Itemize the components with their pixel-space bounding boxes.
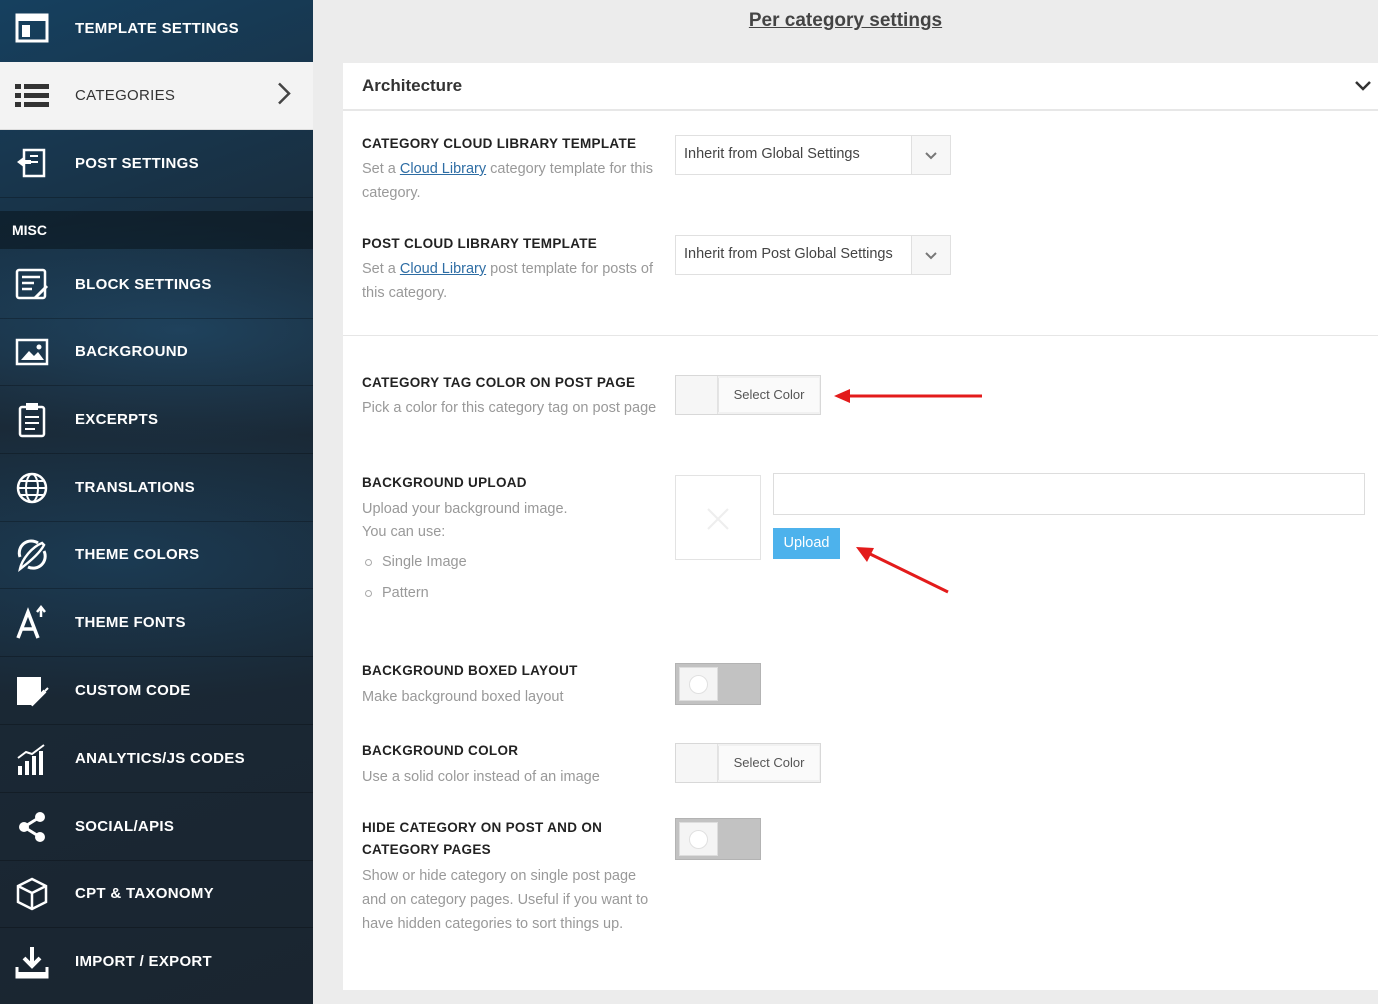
sidebar-item-label: CATEGORIES <box>75 87 176 104</box>
option-description: Use a solid color instead of an image <box>362 769 600 785</box>
block-settings-icon <box>14 267 50 303</box>
sidebar-item-label: THEME COLORS <box>75 546 200 563</box>
misc-heading: MISC <box>0 211 313 249</box>
page-title: Per category settings <box>748 10 943 31</box>
sidebar-item-analytics[interactable]: ANALYTICS/JS CODES <box>0 725 313 793</box>
sidebar-item-categories[interactable]: CATEGORIES <box>0 62 313 130</box>
select-color-button[interactable]: Select Color <box>718 378 819 412</box>
panel-header[interactable]: Architecture <box>343 63 1378 111</box>
upload-options-list: Single Image Pattern <box>362 547 467 609</box>
share-icon <box>14 809 50 845</box>
sidebar-item-label: EXCERPTS <box>75 411 159 428</box>
upload-button[interactable]: Upload <box>773 528 840 559</box>
sidebar-item-label: THEME FONTS <box>75 614 186 631</box>
sidebar-item-label: ANALYTICS/JS CODES <box>75 750 245 767</box>
option-description: Make background boxed layout <box>362 689 564 705</box>
tag-color-picker[interactable]: Select Color <box>675 375 821 415</box>
brush-icon <box>14 537 50 573</box>
post-settings-icon <box>14 146 50 182</box>
option-description: Pick a color for this category tag on po… <box>362 400 657 416</box>
image-icon <box>14 334 50 370</box>
chevron-down-icon <box>911 136 950 174</box>
toggle-knob <box>679 667 718 701</box>
sidebar-item-label: IMPORT / EXPORT <box>75 953 213 970</box>
sidebar-item-label: SOCIAL/APIS <box>75 818 175 835</box>
option-description: You can use: <box>362 524 446 540</box>
sidebar-item-custom-code[interactable]: CUSTOM CODE <box>0 657 313 725</box>
color-swatch <box>676 744 718 782</box>
analytics-icon <box>14 741 50 777</box>
sidebar-item-label: TRANSLATIONS <box>75 479 195 496</box>
sidebar-item-cpt-taxonomy[interactable]: CPT & TAXONOMY <box>0 860 313 928</box>
globe-icon <box>14 470 50 506</box>
list-item: Pattern <box>362 578 467 609</box>
sidebar-item-label: TEMPLATE SETTINGS <box>75 19 239 37</box>
download-icon <box>14 944 50 980</box>
template-icon <box>14 10 50 46</box>
category-template-select[interactable]: Inherit from Global Settings <box>675 135 951 175</box>
option-description: Upload your background image. <box>362 501 568 517</box>
section-divider <box>343 335 1378 336</box>
cloud-library-link[interactable]: Cloud Library <box>400 261 486 277</box>
sidebar: TEMPLATE SETTINGS CATEGORIES POST SETTIN… <box>0 0 313 1004</box>
sidebar-item-excerpts[interactable]: EXCERPTS <box>0 386 313 454</box>
sidebar-item-template-settings[interactable]: TEMPLATE SETTINGS <box>0 0 313 63</box>
option-title: CATEGORY TAG COLOR ON POST PAGE <box>362 375 636 390</box>
sidebar-item-label: CPT & TAXONOMY <box>75 885 214 902</box>
option-description: Show or hide category on single post pag… <box>362 868 649 932</box>
sidebar-item-post-settings[interactable]: POST SETTINGS <box>0 130 313 198</box>
option-title: BACKGROUND COLOR <box>362 743 519 758</box>
sidebar-item-label: BLOCK SETTINGS <box>75 276 212 293</box>
sidebar-item-social-apis[interactable]: SOCIAL/APIS <box>0 793 313 861</box>
option-title: HIDE CATEGORY ON POST AND ON CATEGORY PA… <box>362 820 603 857</box>
font-icon <box>14 604 50 641</box>
chevron-right-icon <box>277 81 291 110</box>
clipboard-icon <box>14 402 50 438</box>
sidebar-item-label: CUSTOM CODE <box>75 682 191 699</box>
code-icon <box>14 673 50 709</box>
sidebar-item-theme-colors[interactable]: THEME COLORS <box>0 521 313 589</box>
cube-icon <box>14 876 50 912</box>
option-description: Set a Cloud Library category template fo… <box>362 161 653 201</box>
chevron-down-icon <box>911 236 950 274</box>
color-swatch <box>676 376 718 414</box>
boxed-layout-toggle[interactable] <box>675 663 761 705</box>
option-description: Set a Cloud Library post template for po… <box>362 261 653 301</box>
cloud-library-link[interactable]: Cloud Library <box>400 161 486 177</box>
close-icon <box>707 508 729 530</box>
toggle-knob <box>679 822 718 856</box>
sidebar-item-translations[interactable]: TRANSLATIONS <box>0 454 313 522</box>
sidebar-item-label: BACKGROUND <box>75 343 188 360</box>
list-icon <box>14 78 50 114</box>
image-preview <box>675 475 761 560</box>
list-item: Single Image <box>362 547 467 578</box>
chevron-down-icon[interactable] <box>1354 79 1372 97</box>
panel-title: Architecture <box>362 76 463 95</box>
option-title: BACKGROUND BOXED LAYOUT <box>362 663 578 678</box>
sidebar-item-import-export[interactable]: IMPORT / EXPORT <box>0 928 313 995</box>
settings-panel: Architecture CATEGORY CLOUD LIBRARY TEMP… <box>343 63 1378 990</box>
sidebar-item-label: POST SETTINGS <box>75 155 199 172</box>
post-template-select[interactable]: Inherit from Post Global Settings <box>675 235 951 275</box>
sidebar-item-block-settings[interactable]: BLOCK SETTINGS <box>0 251 313 319</box>
select-color-button[interactable]: Select Color <box>718 746 819 780</box>
hide-category-toggle[interactable] <box>675 818 761 860</box>
sidebar-item-background[interactable]: BACKGROUND <box>0 318 313 386</box>
option-title: CATEGORY CLOUD LIBRARY TEMPLATE <box>362 136 637 151</box>
sidebar-item-theme-fonts[interactable]: THEME FONTS <box>0 589 313 657</box>
option-title: BACKGROUND UPLOAD <box>362 475 527 490</box>
option-title: POST CLOUD LIBRARY TEMPLATE <box>362 236 598 251</box>
background-color-picker[interactable]: Select Color <box>675 743 821 783</box>
background-url-input[interactable] <box>773 473 1365 515</box>
